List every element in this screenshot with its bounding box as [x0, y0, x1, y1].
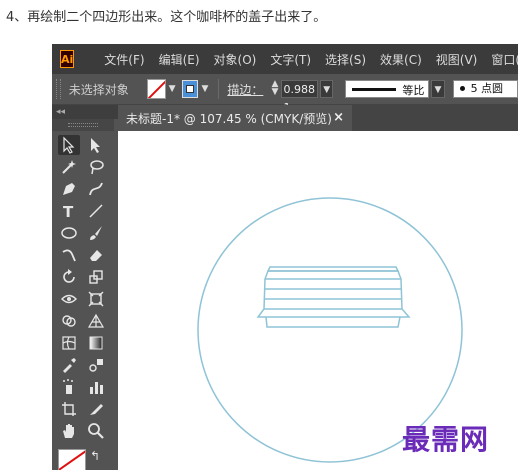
- rotate-tool-icon[interactable]: [58, 267, 80, 287]
- magic-wand-icon[interactable]: [58, 157, 80, 177]
- menu-type[interactable]: 文字(T): [270, 51, 311, 68]
- menu-object[interactable]: 对象(O): [214, 51, 257, 68]
- eraser-icon[interactable]: [85, 245, 107, 265]
- close-tab-icon[interactable]: ×: [333, 110, 344, 125]
- column-graph-icon[interactable]: [85, 377, 107, 397]
- stroke-stepper-icon[interactable]: ▲ ▼: [269, 80, 280, 98]
- variable-width-profile[interactable]: 等比: [345, 80, 430, 98]
- app-logo: Ai: [60, 50, 75, 68]
- menu-edit[interactable]: 编辑(E): [159, 51, 200, 68]
- document-tab-title: 未标题-1* @ 107.45 % (CMYK/预览): [126, 111, 332, 126]
- line-profile-preview: [352, 88, 397, 91]
- brush-definition[interactable]: 5 点圆: [452, 80, 518, 98]
- free-transform-icon[interactable]: [85, 289, 107, 309]
- stroke-label[interactable]: 描边：: [227, 81, 263, 98]
- hand-tool-icon[interactable]: [58, 421, 80, 441]
- svg-text:T: T: [63, 203, 74, 220]
- stroke-color-swatch[interactable]: [181, 80, 199, 98]
- document-tab-bar: 未标题-1* @ 107.45 % (CMYK/预览) ×: [118, 105, 518, 131]
- profile-dropdown[interactable]: ▼: [431, 80, 445, 98]
- direct-selection-tool-icon[interactable]: [85, 135, 107, 155]
- illustrator-window: Ai 文件(F) 编辑(E) 对象(O) 文字(T) 选择(S) 效果(C) 视…: [52, 44, 518, 470]
- document-tab[interactable]: 未标题-1* @ 107.45 % (CMYK/预览) ×: [118, 105, 352, 131]
- fill-stroke-swatches[interactable]: [58, 449, 86, 470]
- control-bar-grip[interactable]: [56, 79, 61, 99]
- artboard-tool-icon[interactable]: [58, 399, 80, 419]
- lasso-icon[interactable]: [85, 157, 107, 177]
- swap-fill-stroke-icon[interactable]: ↰: [90, 449, 100, 463]
- paintbrush-icon[interactable]: [85, 223, 107, 243]
- menu-bar: Ai 文件(F) 编辑(E) 对象(O) 文字(T) 选择(S) 效果(C) 视…: [52, 44, 518, 74]
- selection-tool-icon[interactable]: [58, 135, 80, 155]
- type-tool-icon[interactable]: T: [58, 201, 80, 221]
- brush-label: 5 点圆: [470, 82, 504, 95]
- brush-dot-icon: [459, 86, 465, 91]
- lid-rim-shape: [265, 316, 401, 328]
- scale-tool-icon[interactable]: [85, 267, 107, 287]
- menu-window[interactable]: 窗口(: [491, 51, 518, 68]
- watermark-text: 最需网: [402, 423, 490, 456]
- panel-collapse-bar[interactable]: ◂◂: [52, 105, 122, 119]
- profile-label: 等比: [402, 84, 425, 97]
- blend-tool-icon[interactable]: [85, 355, 107, 375]
- shaper-tool-icon[interactable]: [58, 245, 80, 265]
- divider: [218, 79, 220, 99]
- symbol-sprayer-icon[interactable]: [58, 377, 80, 397]
- menu-effect[interactable]: 效果(C): [380, 51, 422, 68]
- tools-panel-grip[interactable]: [52, 119, 114, 131]
- perspective-grid-icon[interactable]: [85, 311, 107, 331]
- stroke-chevron-down-icon[interactable]: ▼: [201, 84, 208, 94]
- menu-file[interactable]: 文件(F): [104, 51, 144, 68]
- control-bar: 未选择对象 ▼ ▼ 描边： ▲▼ 0.988 1 ▼ 等比 ▼ 5 点圆: [52, 74, 518, 114]
- fill-none-swatch[interactable]: [146, 79, 166, 99]
- fill-chevron-down-icon[interactable]: ▼: [169, 84, 176, 94]
- eyedropper-icon[interactable]: [58, 355, 80, 375]
- tools-panel: T ↰: [52, 119, 114, 470]
- menu-view[interactable]: 视图(V): [436, 51, 478, 68]
- pen-tool-icon[interactable]: [58, 179, 80, 199]
- instruction-caption: 4、再绘制二个四边形出来。这个咖啡杯的盖子出来了。: [6, 10, 327, 25]
- mesh-tool-icon[interactable]: [58, 333, 80, 353]
- cup-lid[interactable]: [256, 266, 411, 328]
- stroke-weight-value: 0.988: [283, 83, 316, 96]
- line-segment-icon[interactable]: [85, 201, 107, 221]
- stroke-weight-dropdown[interactable]: ▼: [320, 80, 334, 98]
- zoom-tool-icon[interactable]: [85, 421, 107, 441]
- width-tool-icon[interactable]: [58, 289, 80, 309]
- shape-builder-icon[interactable]: [58, 311, 80, 331]
- stroke-weight-input[interactable]: 0.988 1: [280, 80, 319, 114]
- gradient-tool-icon[interactable]: [85, 333, 107, 353]
- ellipse-tool-icon[interactable]: [58, 223, 80, 243]
- menu-select[interactable]: 选择(S): [325, 51, 366, 68]
- slice-tool-icon[interactable]: [85, 399, 107, 419]
- selection-status: 未选择对象: [68, 82, 129, 97]
- lid-body-shape: [256, 270, 411, 318]
- curvature-tool-icon[interactable]: [85, 179, 107, 199]
